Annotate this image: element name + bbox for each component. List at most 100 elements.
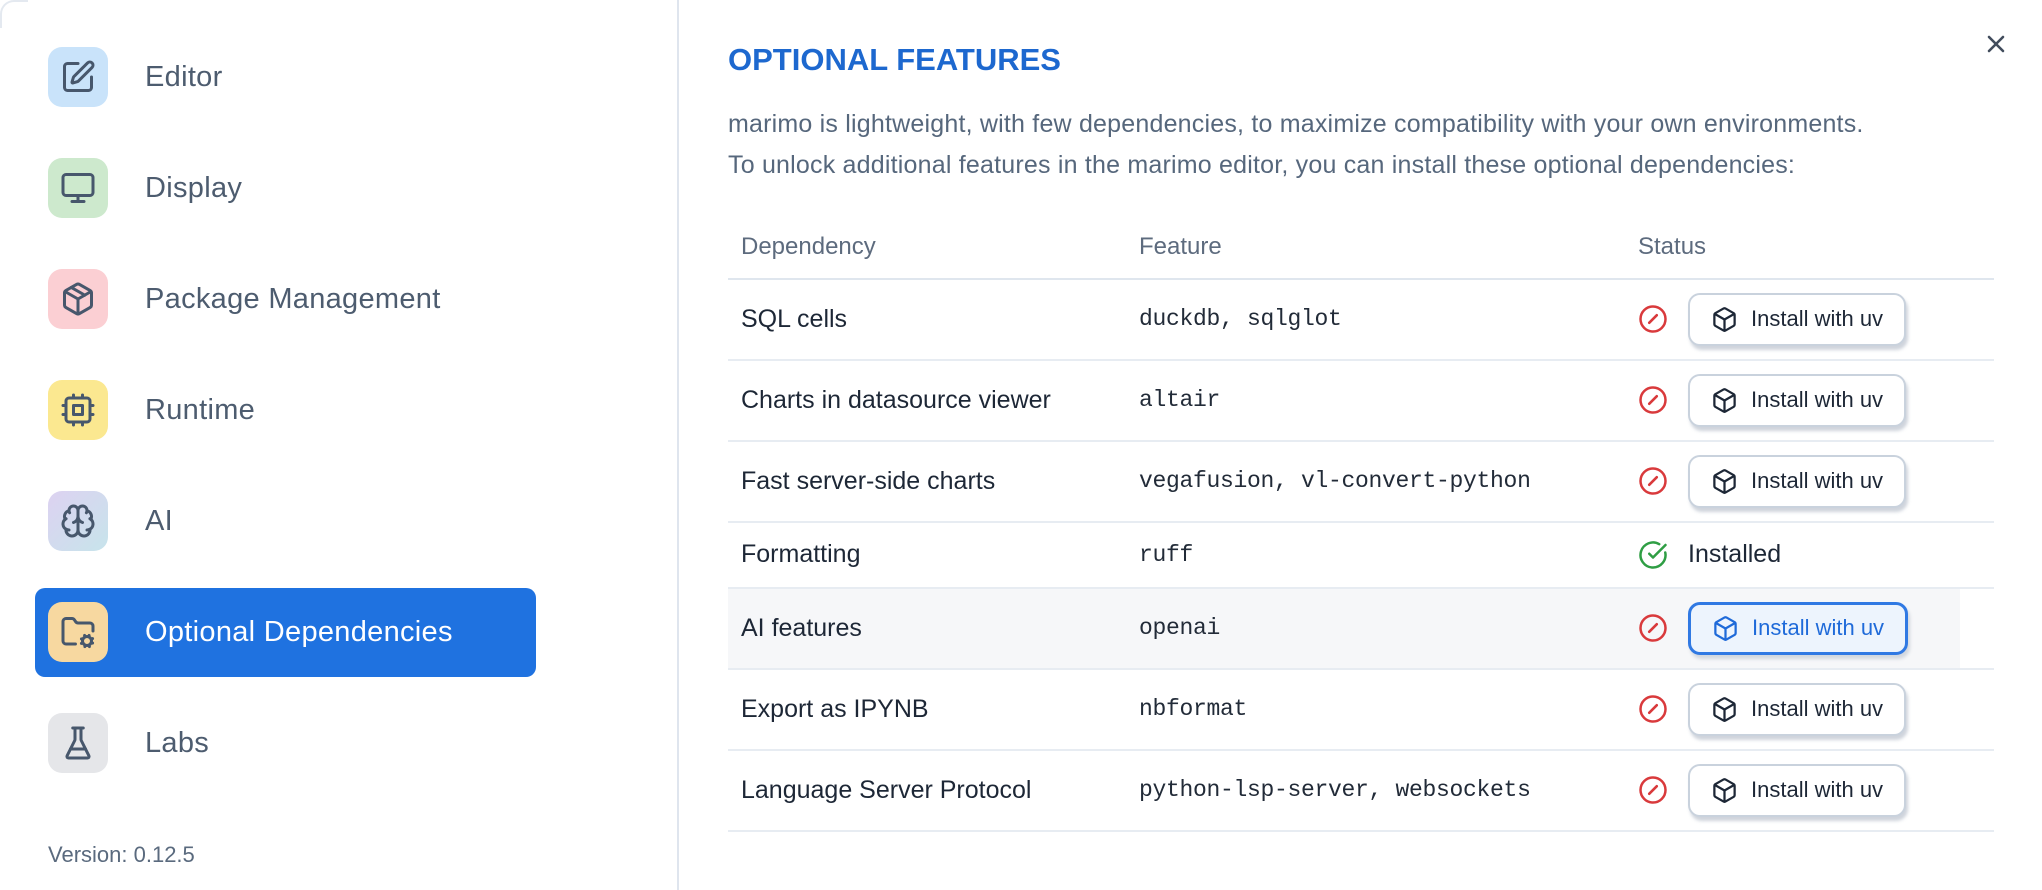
panel-description: marimo is lightweight, with few dependen… [728, 104, 1994, 186]
sidebar-item-icon-tile [48, 602, 108, 662]
table-body: SQL cells duckdb, sqlglot Install with u… [728, 280, 1994, 832]
sidebar-item-labs[interactable]: Labs [35, 699, 536, 788]
install-button-label: Install with uv [1751, 777, 1884, 803]
sidebar-nav-list: Editor Display Package Management Runtim… [0, 33, 677, 788]
header-feature: Feature [1139, 232, 1222, 260]
sidebar-item-package-management[interactable]: Package Management [35, 255, 536, 344]
dependency-cell: SQL cells [741, 304, 848, 333]
package-icon [60, 281, 96, 317]
monitor-icon [60, 170, 96, 206]
install-with-uv-button[interactable]: Install with uv [1688, 292, 1907, 346]
sidebar-item-icon-tile [48, 47, 108, 107]
table-row: Language Server Protocol python-lsp-serv… [728, 751, 1994, 832]
feature-cell: nbformat [1139, 696, 1248, 723]
installed-label: Installed [1688, 540, 1782, 569]
folder-cog-icon [60, 614, 96, 650]
sidebar-item-ai[interactable]: AI [35, 477, 536, 566]
dependencies-table: Dependency Feature Status SQL cells duck… [728, 219, 1994, 832]
sidebar-item-label: Labs [145, 726, 210, 759]
status-cell: Install with uv [1638, 280, 1994, 359]
table-row: Export as IPYNB nbformat Install with uv [728, 670, 1994, 751]
status-cell: Install with uv [1638, 751, 1994, 830]
install-with-uv-button[interactable]: Install with uv [1688, 601, 1909, 655]
page-title: OPTIONAL FEATURES [728, 42, 1061, 77]
feature-cell: vegafusion, vl-convert-python [1139, 468, 1531, 495]
box-icon [1711, 696, 1738, 723]
status-cell: Installed [1638, 527, 1994, 583]
feature-cell: altair [1139, 387, 1221, 414]
sidebar-item-editor[interactable]: Editor [35, 33, 536, 122]
table-row: SQL cells duckdb, sqlglot Install with u… [728, 280, 1994, 361]
brain-icon [60, 503, 96, 539]
sidebar-item-display[interactable]: Display [35, 144, 536, 233]
square-pen-icon [60, 59, 96, 95]
sidebar-item-label: Runtime [145, 393, 256, 426]
description-line-2: To unlock additional features in the mar… [728, 150, 1796, 179]
install-button-label: Install with uv [1751, 696, 1884, 722]
sidebar-item-label: Package Management [145, 282, 441, 315]
box-icon [1711, 468, 1738, 495]
dependency-cell: AI features [741, 613, 862, 642]
feature-cell: ruff [1139, 541, 1194, 568]
table-row: Fast server-side charts vegafusion, vl-c… [728, 442, 1994, 523]
sidebar-item-icon-tile [48, 713, 108, 773]
status-error-icon [1638, 466, 1668, 496]
status-cell: Install with uv [1638, 589, 1994, 668]
box-icon [1712, 615, 1739, 642]
feature-cell: python-lsp-server, websockets [1139, 777, 1531, 804]
install-button-label: Install with uv [1752, 615, 1885, 641]
table-header-row: Dependency Feature Status [728, 219, 1994, 280]
dependency-cell: Language Server Protocol [741, 775, 1032, 804]
table-row: Formatting ruff Installed [728, 523, 1994, 589]
sidebar-item-label: AI [145, 504, 173, 537]
status-error-icon [1638, 613, 1668, 643]
feature-cell: duckdb, sqlglot [1139, 306, 1342, 333]
version-label: Version: 0.12.5 [48, 842, 195, 867]
cpu-icon [60, 392, 96, 428]
settings-dialog: Editor Display Package Management Runtim… [0, 0, 2042, 890]
close-button[interactable] [1978, 26, 2014, 62]
optional-features-panel: OPTIONAL FEATURES marimo is lightweight,… [679, 0, 2042, 890]
status-ok-icon [1638, 540, 1668, 570]
sidebar-item-label: Editor [145, 60, 223, 93]
box-icon [1711, 387, 1738, 414]
table-row: Charts in datasource viewer altair Insta… [728, 361, 1994, 442]
install-with-uv-button[interactable]: Install with uv [1688, 682, 1907, 736]
dependency-cell: Formatting [741, 540, 861, 569]
sidebar-item-icon-tile [48, 491, 108, 551]
feature-cell: openai [1139, 615, 1221, 642]
close-icon [1982, 30, 2010, 58]
status-error-icon [1638, 385, 1668, 415]
description-line-1: marimo is lightweight, with few dependen… [728, 109, 1864, 138]
status-error-icon [1638, 694, 1668, 724]
sidebar-item-icon-tile [48, 269, 108, 329]
sidebar-item-label: Display [145, 171, 243, 204]
flask-icon [60, 725, 96, 761]
sidebar-item-runtime[interactable]: Runtime [35, 366, 536, 455]
sidebar-item-icon-tile [48, 158, 108, 218]
install-with-uv-button[interactable]: Install with uv [1688, 373, 1907, 427]
sidebar-item-icon-tile [48, 380, 108, 440]
dependency-cell: Fast server-side charts [741, 466, 996, 495]
install-button-label: Install with uv [1751, 387, 1884, 413]
box-icon [1711, 306, 1738, 333]
settings-sidebar: Editor Display Package Management Runtim… [0, 0, 679, 890]
status-cell: Install with uv [1638, 361, 1994, 440]
sidebar-item-optional-dependencies[interactable]: Optional Dependencies [35, 588, 536, 677]
dependency-cell: Export as IPYNB [741, 694, 929, 723]
status-error-icon [1638, 775, 1668, 805]
installed-status: Installed [1638, 540, 1781, 570]
install-button-label: Install with uv [1751, 468, 1884, 494]
install-with-uv-button[interactable]: Install with uv [1688, 454, 1907, 508]
install-button-label: Install with uv [1751, 306, 1884, 332]
header-status: Status [1638, 232, 1707, 260]
header-dependency: Dependency [741, 232, 876, 260]
status-error-icon [1638, 304, 1668, 334]
dependency-cell: Charts in datasource viewer [741, 385, 1051, 414]
sidebar-item-label: Optional Dependencies [145, 615, 453, 648]
status-cell: Install with uv [1638, 442, 1994, 521]
install-with-uv-button[interactable]: Install with uv [1688, 763, 1907, 817]
box-icon [1711, 777, 1738, 804]
table-row: AI features openai Install with uv [728, 588, 1994, 670]
status-cell: Install with uv [1638, 670, 1994, 749]
